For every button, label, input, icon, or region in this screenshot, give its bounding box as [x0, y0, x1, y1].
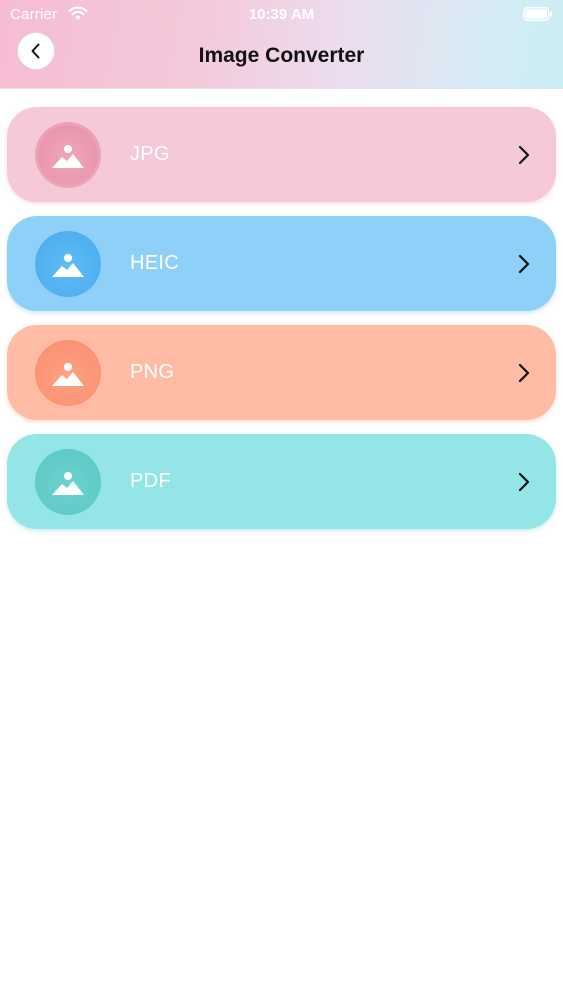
page-title: Image Converter [198, 44, 365, 67]
image-icon [35, 340, 101, 406]
format-item-jpg[interactable]: JPG [7, 107, 556, 202]
status-time: 10:39 AM [248, 6, 315, 23]
format-item-pdf[interactable]: PDF [7, 434, 556, 529]
screen: Carrier 10:39 AM Image Converter JPG HEI… [0, 0, 563, 1000]
chevron-right-icon [518, 145, 530, 165]
format-label: JPG [130, 143, 170, 165]
chevron-right-icon [518, 254, 530, 274]
chevron-right-icon [518, 363, 530, 383]
format-label: HEIC [130, 252, 179, 274]
chevron-right-icon [518, 472, 530, 492]
format-label: PNG [130, 361, 175, 383]
nav-bar: Image Converter [0, 30, 563, 88]
format-list: JPG HEIC PNG PDF [7, 107, 556, 543]
image-icon [35, 122, 101, 188]
image-icon [35, 449, 101, 515]
battery-icon [523, 7, 552, 21]
image-icon [35, 231, 101, 297]
header: Carrier 10:39 AM Image Converter [0, 0, 563, 89]
format-item-png[interactable]: PNG [7, 325, 556, 420]
status-bar: Carrier 10:39 AM [0, 0, 563, 30]
format-label: PDF [130, 470, 171, 492]
format-item-heic[interactable]: HEIC [7, 216, 556, 311]
